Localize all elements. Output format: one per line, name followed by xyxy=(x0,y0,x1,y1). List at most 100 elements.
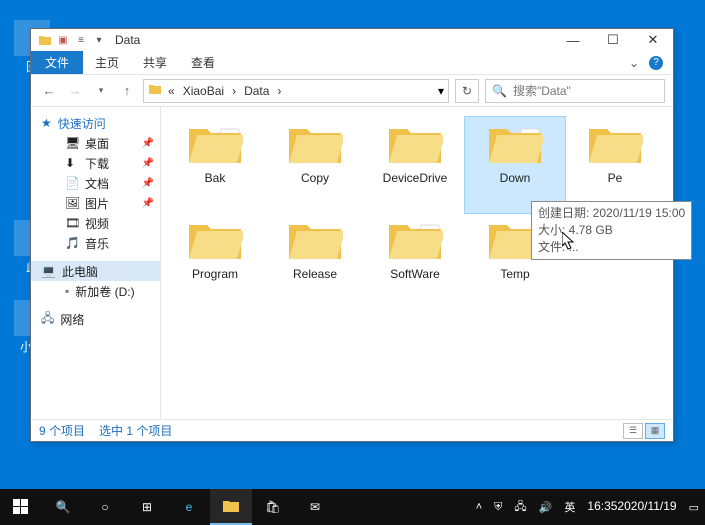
search-input[interactable]: 🔍 搜索"Data" xyxy=(485,79,665,103)
taskbar: 🔍 ○ ⊞ e 🛍 ✉ ˄ ⛨ 🖧 🔊 英 16:352020/11/19 ▭ xyxy=(0,489,705,525)
start-button[interactable] xyxy=(0,489,42,525)
nav-label: 音乐 xyxy=(85,235,109,252)
nav-label: 图片 xyxy=(85,195,109,212)
content-pane[interactable]: 创建日期: 2020/11/19 15:00 大小: 4.78 GB 文件: .… xyxy=(161,107,673,419)
qat-dropdown-icon[interactable]: ▾ xyxy=(91,32,107,48)
breadcrumb-prefix[interactable]: « xyxy=(166,84,177,98)
nav-back-button[interactable]: ← xyxy=(39,81,59,101)
star-icon: ★ xyxy=(41,116,52,130)
view-details-button[interactable]: ☰ xyxy=(623,423,643,439)
nav-quick-item[interactable]: 🎞视频 xyxy=(31,213,160,233)
nav-quick-item[interactable]: 🖼图片📌 xyxy=(31,193,160,213)
nav-quick-access[interactable]: ★ 快速访问 xyxy=(31,113,160,133)
nav-pane: ★ 快速访问 🖥桌面📌⬇下载📌📄文档📌 🖼 图片 📌 🎞视频 🎵 音乐 💻 此电脑 ▪ 新加… xyxy=(31,107,161,419)
nav-item-icon: 🎵 xyxy=(65,236,79,250)
nav-label: 快速访问 xyxy=(58,115,106,132)
folder-label: DeviceDrive xyxy=(383,171,448,185)
breadcrumb-drop-icon[interactable]: ▾ xyxy=(438,84,444,98)
folder-item[interactable]: Pe xyxy=(565,117,665,213)
folder-icon xyxy=(148,82,162,99)
cursor-icon xyxy=(562,232,578,252)
folder-item[interactable]: SoftWare xyxy=(365,213,465,309)
qat-newfolder-icon[interactable]: ≡ xyxy=(73,32,89,48)
nav-up-button[interactable]: ↑ xyxy=(117,81,137,101)
task-view-button[interactable]: ⊞ xyxy=(126,489,168,525)
network-icon: 🖧 xyxy=(41,309,54,330)
nav-quick-item[interactable]: 🖥桌面📌 xyxy=(31,133,160,153)
action-center-button[interactable]: ▭ xyxy=(683,489,705,525)
folder-item[interactable]: Bak xyxy=(165,117,265,213)
folder-label: Pe xyxy=(608,171,623,185)
folder-item[interactable]: Program xyxy=(165,213,265,309)
nav-item-icon: 📄 xyxy=(65,176,79,190)
chevron-right-icon[interactable]: › xyxy=(275,84,283,98)
window-title: Data xyxy=(115,33,140,47)
folder-icon xyxy=(387,215,443,263)
ribbon-tabs: 文件 主页 共享 查看 ⌄ ? xyxy=(31,51,673,75)
nav-quick-item[interactable]: 📄文档📌 xyxy=(31,173,160,193)
folder-label: Program xyxy=(192,267,238,281)
tab-file[interactable]: 文件 xyxy=(31,51,83,74)
folder-item[interactable]: Down xyxy=(465,117,565,213)
title-bar[interactable]: ▣ ≡ ▾ Data — ☐ ✕ xyxy=(31,29,673,51)
tray-overflow-button[interactable]: ˄ xyxy=(470,489,488,525)
nav-network[interactable]: 🖧 网络 xyxy=(31,309,160,329)
folder-icon xyxy=(487,119,543,167)
nav-this-pc[interactable]: 💻 此电脑 xyxy=(31,261,160,281)
taskbar-clock[interactable]: 16:352020/11/19 xyxy=(581,489,682,525)
nav-item-icon: ⬇ xyxy=(65,156,79,170)
taskbar-mail-button[interactable]: ✉ xyxy=(294,489,336,525)
folder-label: Bak xyxy=(205,171,226,185)
ime-button[interactable]: 英 xyxy=(558,489,581,525)
minimize-button[interactable]: — xyxy=(553,29,593,51)
breadcrumb-bar[interactable]: « XiaoBai › Data › ▾ xyxy=(143,79,449,103)
status-count: 9 个项目 xyxy=(39,422,85,439)
status-bar: 9 个项目 选中 1 个项目 ☰ ▦ xyxy=(31,419,673,441)
nav-item-icon: 🖼 xyxy=(65,196,79,210)
tooltip-line: 创建日期: 2020/11/19 15:00 xyxy=(538,206,685,220)
tab-home[interactable]: 主页 xyxy=(83,51,131,74)
taskbar-search-button[interactable]: 🔍 xyxy=(42,489,84,525)
help-icon[interactable]: ? xyxy=(649,56,663,70)
close-button[interactable]: ✕ xyxy=(633,29,673,51)
breadcrumb-seg[interactable]: XiaoBai xyxy=(181,84,226,98)
refresh-button[interactable]: ↻ xyxy=(455,79,479,103)
folder-label: SoftWare xyxy=(390,267,440,281)
nav-quick-item[interactable]: ⬇下载📌 xyxy=(31,153,160,173)
nav-recent-button[interactable]: ▾ xyxy=(91,81,111,101)
nav-quick-item[interactable]: 🎵 音乐 xyxy=(31,233,160,253)
qat-properties-icon[interactable]: ▣ xyxy=(55,32,71,48)
tray-network-icon[interactable]: 🖧 xyxy=(508,489,532,525)
tab-share[interactable]: 共享 xyxy=(131,51,179,74)
address-bar-row: ← → ▾ ↑ « XiaoBai › Data › ▾ ↻ 🔍 搜索"Data… xyxy=(31,75,673,107)
folder-item[interactable]: Release xyxy=(265,213,365,309)
taskbar-store-button[interactable]: 🛍 xyxy=(252,489,294,525)
tray-volume-icon[interactable]: 🔊 xyxy=(533,489,559,525)
folder-label: Temp xyxy=(500,267,529,281)
folder-item[interactable]: Copy xyxy=(265,117,365,213)
desktop: 回 此 小白 ▣ ≡ ▾ Data — ☐ ✕ 文件 主页 共享 查看 ⌄ xyxy=(0,0,705,525)
taskbar-explorer-button[interactable] xyxy=(210,489,252,525)
folder-label: Release xyxy=(293,267,337,281)
nav-drive[interactable]: ▪ 新加卷 (D:) xyxy=(31,281,160,301)
search-icon: 🔍 xyxy=(492,84,507,98)
ribbon-expand-icon[interactable]: ⌄ xyxy=(629,56,639,70)
folder-item[interactable]: DeviceDrive xyxy=(365,117,465,213)
tray-security-icon[interactable]: ⛨ xyxy=(488,489,508,525)
view-icons-button[interactable]: ▦ xyxy=(645,423,665,439)
chevron-right-icon[interactable]: › xyxy=(230,84,238,98)
folder-icon xyxy=(287,215,343,263)
folder-icon xyxy=(587,119,643,167)
taskbar-edge-button[interactable]: e xyxy=(168,489,210,525)
cortana-button[interactable]: ○ xyxy=(84,489,126,525)
folder-icon xyxy=(37,32,53,48)
pin-icon: 📌 xyxy=(142,158,154,169)
nav-forward-button[interactable]: → xyxy=(65,81,85,101)
tab-view[interactable]: 查看 xyxy=(179,51,227,74)
folder-icon xyxy=(187,119,243,167)
breadcrumb-seg[interactable]: Data xyxy=(242,84,271,98)
folder-label: Copy xyxy=(301,171,329,185)
maximize-button[interactable]: ☐ xyxy=(593,29,633,51)
nav-label: 此电脑 xyxy=(62,263,98,280)
tooltip: 创建日期: 2020/11/19 15:00 大小: 4.78 GB 文件: .… xyxy=(531,201,692,260)
